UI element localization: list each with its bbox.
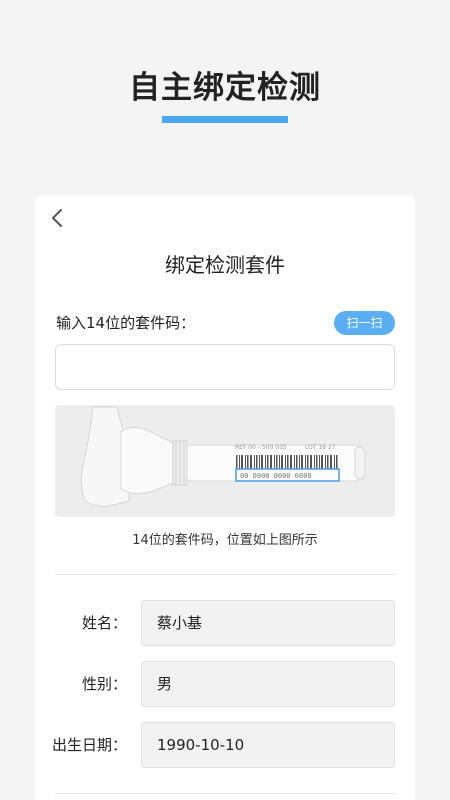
kit-code-input[interactable] <box>55 344 395 390</box>
name-label: 姓名： <box>81 614 127 632</box>
scan-button[interactable]: 扫一扫 <box>334 311 395 335</box>
birthdate-field[interactable]: 1990-10-10 <box>141 722 395 768</box>
title-underline <box>162 116 288 123</box>
gender-label: 性别： <box>81 675 127 693</box>
birthdate-label: 出生日期： <box>51 736 127 754</box>
name-row: 姓名： 蔡小基 <box>35 600 415 646</box>
divider <box>55 574 395 575</box>
code-input-label: 输入14位的套件码： <box>56 314 196 332</box>
test-kit-image: REF 00 - 500 035 LOT 16 27 00 0000 0000 … <box>55 405 395 517</box>
divider <box>55 793 395 794</box>
page-title: 自主绑定检测 <box>129 70 321 106</box>
kit-code-hint: 14位的套件码，位置如上图所示 <box>132 533 318 548</box>
card-title: 绑定检测套件 <box>165 253 285 277</box>
gender-row: 性别： 男 <box>35 661 415 707</box>
birthdate-row: 出生日期： 1990-10-10 <box>35 722 415 768</box>
kit-barcode-number: 00 0000 0000 0000 <box>240 472 312 480</box>
name-field[interactable]: 蔡小基 <box>141 600 395 646</box>
binding-card: 绑定检测套件 输入14位的套件码： 扫一扫 REF 00 - 500 035 L… <box>35 195 415 800</box>
kit-lot-text: LOT 16 27 <box>305 444 336 451</box>
chevron-left-icon[interactable] <box>49 207 67 229</box>
kit-ref-text: REF 00 - 500 035 <box>235 444 287 451</box>
gender-field[interactable]: 男 <box>141 661 395 707</box>
